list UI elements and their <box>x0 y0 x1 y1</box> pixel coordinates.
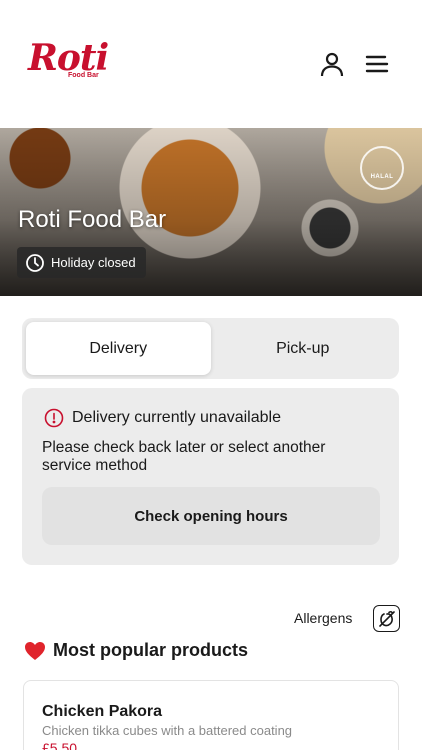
product-price: £5.50 <box>42 740 78 750</box>
delivery-unavailable-notice: Delivery currently unavailable Please ch… <box>22 388 399 565</box>
tab-pickup[interactable]: Pick-up <box>211 322 396 375</box>
most-popular-heading: Most popular products <box>24 640 248 661</box>
logo-wordmark: Roti <box>28 37 109 79</box>
product-description: Chicken tikka cubes with a battered coat… <box>42 723 293 738</box>
halal-badge: HALAL <box>360 146 404 190</box>
notice-title: Delivery currently unavailable <box>72 409 281 426</box>
allergen-icon <box>378 610 395 627</box>
tab-delivery[interactable]: Delivery <box>26 322 211 375</box>
service-method-toggle: Delivery Pick-up <box>22 318 399 379</box>
account-button[interactable] <box>318 50 346 78</box>
product-name: Chicken Pakora <box>42 703 163 720</box>
user-icon <box>320 52 344 77</box>
notice-header: Delivery currently unavailable <box>44 408 379 428</box>
menu-button[interactable] <box>363 50 391 78</box>
check-opening-hours-button[interactable]: Check opening hours <box>42 487 380 545</box>
opening-status-badge: Holiday closed <box>17 247 146 278</box>
info-icon <box>44 408 64 428</box>
product-card[interactable]: Chicken Pakora Chicken tikka cubes with … <box>23 680 399 750</box>
status-text: Holiday closed <box>51 255 136 270</box>
logo-subtext: Food Bar <box>68 72 99 79</box>
roti-logo[interactable]: Roti Food Bar <box>28 37 109 84</box>
clock-icon <box>26 253 44 272</box>
allergens-label[interactable]: Allergens <box>294 610 352 626</box>
section-title: Most popular products <box>53 640 248 660</box>
halal-badge-text: HALAL <box>370 174 394 180</box>
app-header: Roti Food Bar <box>0 0 422 128</box>
hamburger-menu-icon <box>365 55 389 73</box>
heart-icon <box>25 641 45 660</box>
allergens-button[interactable] <box>373 605 400 632</box>
restaurant-hero-banner: HALAL Roti Food Bar Holiday closed <box>0 128 422 296</box>
notice-message: Please check back later or select anothe… <box>42 439 326 474</box>
restaurant-name: Roti Food Bar <box>18 206 167 233</box>
